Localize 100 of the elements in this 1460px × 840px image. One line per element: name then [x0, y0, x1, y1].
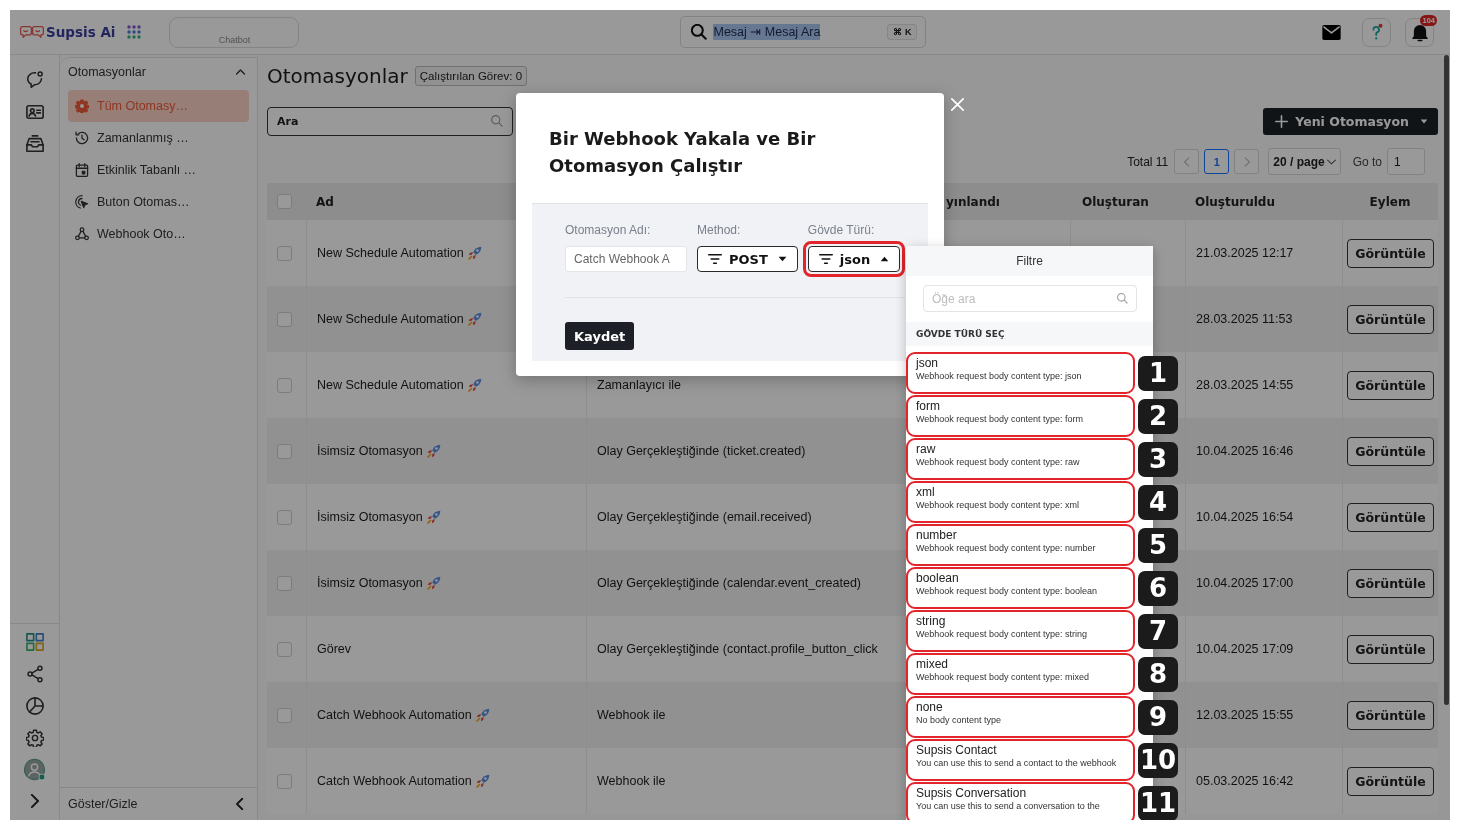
option-description: No body content type [916, 715, 1003, 726]
menu-option[interactable]: form Webhook request body content type: form [906, 395, 1135, 437]
chat-bubble-icon[interactable] [25, 71, 44, 89]
field-label: Method: [697, 223, 741, 237]
step-number: 1 [1138, 356, 1178, 391]
view-button[interactable]: Görüntüle [1347, 700, 1434, 730]
apps-grid-icon[interactable] [127, 25, 142, 39]
menu-option[interactable]: boolean Webhook request body content type: boolean [906, 567, 1135, 609]
view-button[interactable]: Görüntüle [1347, 436, 1434, 466]
menu-option[interactable]: xml Webhook request body content type: xml [906, 481, 1135, 523]
brand-name[interactable]: Supsis Ai [46, 24, 116, 40]
option-title: xml [916, 485, 936, 500]
view-button[interactable]: Görüntüle [1347, 304, 1434, 334]
automation-name: İsimsiz Otomasyon [317, 444, 423, 458]
checkbox[interactable] [277, 773, 292, 789]
field-label: Otomasyon Adı: [565, 223, 651, 237]
toggle-label[interactable]: Göster/Gizle [68, 797, 138, 811]
scrollbar-thumb[interactable] [1444, 55, 1449, 705]
step-number: 9 [1138, 700, 1178, 735]
automation-name: New Schedule Automation [317, 312, 464, 326]
field-label: Gövde Türü: [807, 223, 875, 237]
checkbox[interactable] [277, 575, 292, 591]
sidebar-item[interactable]: Buton Otomas… [68, 186, 249, 218]
chevron-right-icon [1243, 156, 1250, 167]
option-title: raw [916, 442, 937, 457]
gear-icon [75, 99, 89, 113]
share-icon[interactable] [25, 665, 44, 683]
dropdown-select[interactable]: POST [697, 246, 798, 272]
checkbox[interactable] [277, 443, 292, 459]
search-field[interactable]: Mesaj ⇥ Mesaj Ara ⌘ K [680, 16, 927, 48]
new-automation-button[interactable]: Yeni Otomasyon [1263, 107, 1438, 135]
column-header: Oluşturan [1081, 193, 1150, 211]
close-icon[interactable] [951, 98, 964, 111]
view-button[interactable]: Görüntüle [1347, 370, 1434, 400]
text-input[interactable]: Catch Webhook A [565, 246, 687, 272]
page-size-select[interactable]: 20 / page [1268, 148, 1341, 175]
mail-icon[interactable] [1322, 24, 1341, 40]
checkbox[interactable] [277, 509, 292, 525]
menu-option[interactable]: number Webhook request body content type: number [906, 524, 1135, 566]
save-button[interactable]: Kaydet [565, 322, 635, 350]
step-number: 7 [1138, 614, 1178, 649]
trigger-text: Olay Gerçekleştiğinde (contact.profile_button_click [597, 642, 878, 656]
view-button[interactable]: Görüntüle [1347, 634, 1434, 664]
sidebar-item[interactable]: Zamanlanmış … [68, 122, 249, 154]
view-button[interactable]: Görüntüle [1347, 766, 1434, 796]
chevron-left-icon[interactable] [236, 798, 244, 810]
dropdown-select[interactable]: json [807, 246, 901, 272]
filter-icon [708, 254, 722, 264]
view-button[interactable]: Görüntüle [1347, 238, 1434, 268]
chevron-right-icon[interactable] [30, 794, 39, 808]
checkbox[interactable] [277, 194, 292, 209]
option-title: number [916, 528, 958, 543]
checkbox[interactable] [277, 707, 292, 723]
checkbox[interactable] [277, 311, 292, 327]
pie-chart-icon[interactable] [25, 697, 44, 715]
help-button[interactable] [1362, 17, 1391, 47]
cursor-click-icon [75, 195, 89, 209]
section-heading: GÖVDE TÜRÜ SEÇ [906, 322, 1153, 346]
menu-option[interactable]: mixed Webhook request body content type: mixed [906, 653, 1135, 695]
trigger-text: Webhook ile [597, 774, 666, 788]
avatar-icon[interactable] [23, 758, 46, 781]
inbox-tray-icon[interactable] [25, 135, 44, 153]
view-button[interactable]: Görüntüle [1347, 502, 1434, 532]
menu-option[interactable]: json Webhook request body content type: json [906, 352, 1135, 394]
step-number: 3 [1138, 442, 1178, 477]
search-field[interactable]: Ara [267, 106, 513, 136]
checkbox[interactable] [277, 377, 292, 393]
option-description: You can use this to send a conversation to the [916, 801, 1101, 812]
menu-option[interactable]: none No body content type [906, 696, 1135, 738]
option-description: Webhook request body content type: xml [916, 500, 1080, 511]
goto-label: Go to [1352, 154, 1382, 169]
shortcut-key: ⌘ K [887, 24, 918, 40]
search-query: Mesaj ⇥ Mesaj Ara [713, 24, 821, 40]
sidebar-item[interactable]: Webhook Oto… [68, 218, 249, 250]
next-page-button[interactable] [1234, 149, 1260, 174]
step-number: 2 [1138, 399, 1178, 434]
settings-icon[interactable] [25, 729, 44, 747]
trigger-text: Webhook ile [597, 708, 666, 722]
contact-card-icon[interactable] [25, 103, 44, 121]
modal-title: Bir Webhook Yakala ve Bir Otomasyon Çalıştır [548, 127, 817, 178]
option-title: json [916, 356, 939, 371]
menu-option[interactable]: string Webhook request body content type: string [906, 610, 1135, 652]
filter-icon [818, 254, 833, 264]
option-description: Webhook request body content type: string [916, 629, 1088, 640]
sidebar-item[interactable]: Etkinlik Tabanlı … [68, 154, 249, 186]
view-button[interactable]: Görüntüle [1347, 568, 1434, 598]
checkbox[interactable] [277, 641, 292, 657]
page-input[interactable]: 1 [1387, 148, 1425, 175]
menu-option[interactable]: Supsis Conversation You can use this to send a conversation to the [906, 782, 1135, 820]
option-description: Webhook request body content type: raw [916, 457, 1081, 468]
dashboard-grid-icon[interactable] [25, 633, 44, 651]
previous-page-button[interactable] [1174, 149, 1200, 174]
menu-option[interactable]: Supsis Contact You can use this to send a contact to the webhook [906, 739, 1135, 781]
collapse-caret-icon[interactable] [236, 68, 245, 75]
option-title: Supsis Conversation [916, 786, 1028, 801]
menu-option[interactable]: raw Webhook request body content type: raw [906, 438, 1135, 480]
chevron-down-icon [1326, 158, 1336, 165]
checkbox[interactable] [277, 245, 292, 261]
logo-icon[interactable] [20, 25, 44, 39]
step-number: 10 [1138, 743, 1178, 778]
